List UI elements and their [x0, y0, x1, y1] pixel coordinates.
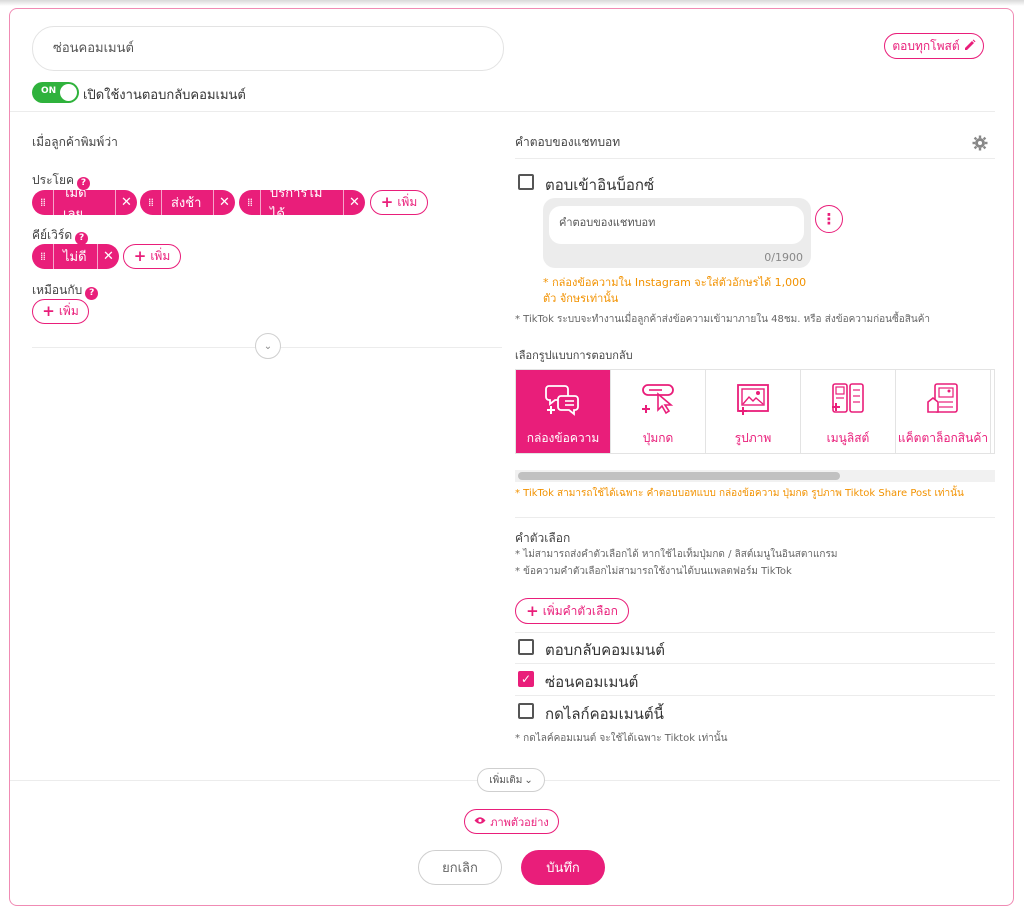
keyword-label: คีย์เวิร์ด [32, 228, 73, 242]
inbox-checkbox[interactable] [518, 174, 534, 190]
preview-button[interactable]: ภาพตัวอย่าง [464, 809, 559, 834]
add-option-label: เพิ่มคำตัวเลือก [542, 603, 618, 618]
tag-text: ไม่ดีเลย [63, 190, 87, 215]
add-label: เพิ่ม [397, 195, 418, 209]
type-product-catalog[interactable]: แค็ตตาล็อกสินค้า [896, 370, 991, 453]
help-icon[interactable]: ? [85, 287, 99, 300]
options-title: คำตัวเลือก [515, 531, 571, 545]
sentence-label: ประโยค [32, 173, 75, 187]
type-label: รูปภาพ [734, 431, 772, 445]
chatbot-reply-title: คำตอบของแชทบอท [515, 135, 621, 149]
more-options-icon[interactable]: ⋮ [815, 205, 843, 233]
like-comment-label: กดไลก์คอมเมนต์นี้ [545, 705, 664, 723]
add-sentence-button[interactable]: + เพิ่ม [370, 190, 428, 215]
eye-icon [474, 815, 486, 828]
right-title-divider [515, 158, 995, 159]
checkbox-divider [515, 695, 995, 696]
image-icon [735, 382, 771, 419]
reply-editor: คำตอบของแชทบอท 0/1900 [543, 198, 811, 268]
tag-text: บริการไม่ได้ [270, 190, 323, 215]
type-menu-list[interactable]: เมนูลิสต์ [801, 370, 896, 453]
reply-comment-checkbox[interactable] [518, 639, 534, 655]
similar-label-row: เหมือนกับ? [32, 281, 99, 300]
sentence-tag[interactable]: ⁞⁞ ไม่ดีเลย ✕ [32, 190, 137, 215]
check-icon: ✓ [520, 672, 532, 686]
reply-textarea[interactable]: คำตอบของแชทบอท [549, 206, 804, 244]
char-counter: 0/1900 [764, 251, 803, 264]
checkbox-divider [515, 663, 995, 664]
instagram-limit-note: * กล่องข้อความใน Instagram จะใส่ตัวอักษร… [543, 276, 807, 305]
plus-icon: + [42, 302, 55, 320]
toggle-state-text: ON [41, 86, 57, 96]
catalog-icon [925, 382, 961, 419]
help-icon[interactable]: ? [77, 177, 91, 190]
reply-all-posts-button[interactable]: ตอบทุกโพสต์ [884, 33, 984, 59]
add-keyword-button[interactable]: + เพิ่ม [123, 244, 181, 269]
type-button[interactable]: ปุ่มกด [611, 370, 706, 453]
type-label: แค็ตตาล็อกสินค้า [897, 431, 989, 445]
sentence-label-row: ประโยค? [32, 171, 91, 190]
chat-bubbles-icon [545, 382, 581, 419]
plus-icon: + [526, 602, 539, 620]
reply-type-label: เลือกรูปแบบการตอบกลับ [515, 349, 633, 362]
inbox-label: ตอบเข้าอินบ็อกซ์ [545, 176, 655, 194]
customer-types-title: เมื่อลูกค้าพิมพ์ว่า [32, 135, 118, 149]
add-label: เพิ่ม [150, 249, 171, 263]
keyword-label-row: คีย์เวิร์ด? [32, 226, 89, 245]
chevron-down-icon: ⌄ [524, 774, 533, 786]
type-image[interactable]: รูปภาพ [706, 370, 801, 453]
plus-icon: + [380, 193, 394, 211]
cancel-button[interactable]: ยกเลิก [418, 850, 502, 885]
hide-comment-checkbox[interactable]: ✓ [518, 671, 534, 687]
header-divider [10, 111, 995, 112]
show-more-label: เพิ่มเติม [489, 774, 523, 786]
type-label: เมนูลิสต์ [826, 431, 870, 445]
sentence-tag[interactable]: ⁞⁞ ส่งช้า ✕ [140, 190, 235, 215]
plus-icon: + [133, 247, 147, 265]
type-label: กล่องข้อความ [526, 431, 600, 445]
like-comment-checkbox[interactable] [518, 703, 534, 719]
keyword-tag[interactable]: ⁞⁞ ไม่ดี ✕ [32, 244, 119, 269]
hide-comment-label: ซ่อนคอมเมนต์ [545, 673, 639, 691]
button-cursor-icon [640, 382, 676, 419]
menu-list-icon [830, 382, 866, 419]
similar-label: เหมือนกับ [32, 283, 83, 297]
settings-gear-icon[interactable] [972, 135, 988, 155]
top-shadow [0, 0, 1024, 6]
expand-chevron-icon[interactable]: ⌄ [255, 333, 281, 359]
reply-type-selector: กล่องข้อความ ปุ่มกด รูปภาพ เมนูลิสต์ แค็… [515, 369, 995, 454]
drag-handle-icon[interactable]: ⁞⁞ [140, 190, 162, 215]
tag-text: ไม่ดี [63, 250, 87, 265]
reply-comment-label: ตอบกลับคอมเมนต์ [545, 641, 666, 659]
tiktok-window-note: * TikTok ระบบจะทำงานเมื่อลูกค้าส่งข้อควา… [515, 314, 931, 325]
drag-handle-icon[interactable]: ⁞⁞ [239, 190, 261, 215]
tiktok-types-note: * TikTok สามารถใช้ได้เฉพาะ คำตอบบอทแบบ ก… [515, 488, 964, 499]
add-option-button[interactable]: + เพิ่มคำตัวเลือก [515, 598, 629, 624]
preview-label: ภาพตัวอย่าง [490, 815, 549, 829]
drag-handle-icon[interactable]: ⁞⁞ [32, 190, 54, 215]
save-button[interactable]: บันทึก [521, 850, 605, 885]
options-note-2: * ข้อความคำตัวเลือกไม่สามารถใช้งานได้บนแ… [515, 566, 792, 577]
options-divider [515, 517, 995, 518]
toggle-knob [60, 84, 77, 101]
reply-comment-toggle[interactable]: ON [32, 82, 79, 103]
add-label: เพิ่ม [58, 304, 79, 318]
add-similar-button[interactable]: + เพิ่ม [32, 299, 89, 324]
drag-handle-icon[interactable]: ⁞⁞ [32, 244, 54, 269]
checkbox-divider [515, 632, 995, 633]
like-comment-note: * กดไลค์คอมเมนต์ จะใช้ได้เฉพาะ Tiktok เท… [515, 733, 728, 744]
sentence-tag[interactable]: ⁞⁞ บริการไม่ได้ ✕ [239, 190, 365, 215]
type-label: ปุ่มกด [642, 431, 674, 445]
type-scrollbar-thumb[interactable] [518, 472, 840, 480]
toggle-label: เปิดใช้งานตอบกลับคอมเมนต์ [83, 88, 246, 103]
show-more-button[interactable]: เพิ่มเติม ⌄ [477, 768, 545, 792]
reply-all-posts-label: ตอบทุกโพสต์ [892, 38, 960, 53]
tag-text: ส่งช้า [171, 196, 202, 211]
options-note-1: * ไม่สามารถส่งคำตัวเลือกได้ หากใช้ไอเท็ม… [515, 549, 838, 560]
rule-name-input[interactable]: ซ่อนคอมเมนต์ [32, 26, 504, 71]
type-text-box[interactable]: กล่องข้อความ [516, 370, 611, 453]
pencil-icon [964, 39, 976, 54]
